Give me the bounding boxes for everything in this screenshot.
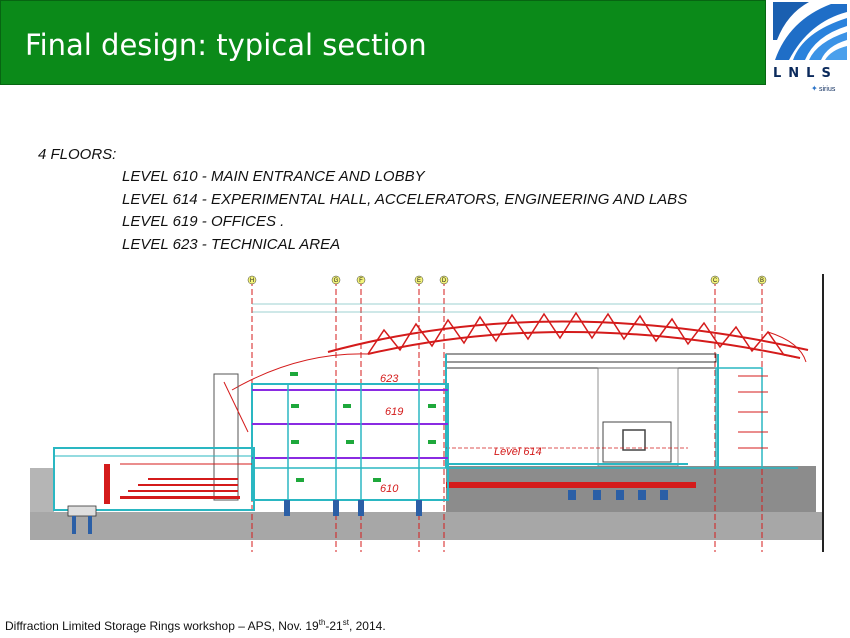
footer-text-mid: -21 bbox=[325, 619, 343, 633]
title-bar: Final design: typical section bbox=[0, 0, 766, 85]
level-label-610: 610 bbox=[380, 483, 399, 495]
logo-subtext: sirius bbox=[819, 86, 836, 93]
logo-text: LNLS bbox=[773, 66, 838, 81]
level-line-619: LEVEL 619 - OFFICES . bbox=[122, 213, 285, 230]
logo-star-icon: ✦ bbox=[811, 84, 818, 93]
grid-label-f: F bbox=[359, 278, 363, 284]
grid-label-c: C bbox=[713, 278, 718, 284]
lnls-logo-icon bbox=[773, 2, 847, 64]
building-section-drawing: Level 614 623 619 610 H G F E D C B bbox=[30, 274, 824, 552]
grid-label-e: E bbox=[417, 278, 421, 284]
grid-label-g: G bbox=[334, 278, 339, 284]
footer-text-start: Diffraction Limited Storage Rings worksh… bbox=[5, 619, 319, 633]
slide-title: Final design: typical section bbox=[25, 28, 427, 62]
level-line-610: LEVEL 610 - MAIN ENTRANCE AND LOBBY bbox=[122, 168, 425, 185]
grid-label-h: H bbox=[250, 278, 254, 284]
grid-label-b: B bbox=[760, 278, 764, 284]
footer-text: Diffraction Limited Storage Rings worksh… bbox=[5, 618, 386, 633]
level-label-619: 619 bbox=[385, 406, 403, 418]
floors-label: 4 FLOORS: bbox=[38, 146, 117, 163]
level-line-614: LEVEL 614 - EXPERIMENTAL HALL, ACCELERAT… bbox=[122, 191, 688, 208]
grid-label-d: D bbox=[442, 278, 447, 284]
level-line-623: LEVEL 623 - TECHNICAL AREA bbox=[122, 236, 341, 253]
level-label-614: Level 614 bbox=[494, 446, 542, 458]
level-label-623: 623 bbox=[380, 373, 399, 385]
footer-text-end: , 2014. bbox=[348, 619, 386, 633]
